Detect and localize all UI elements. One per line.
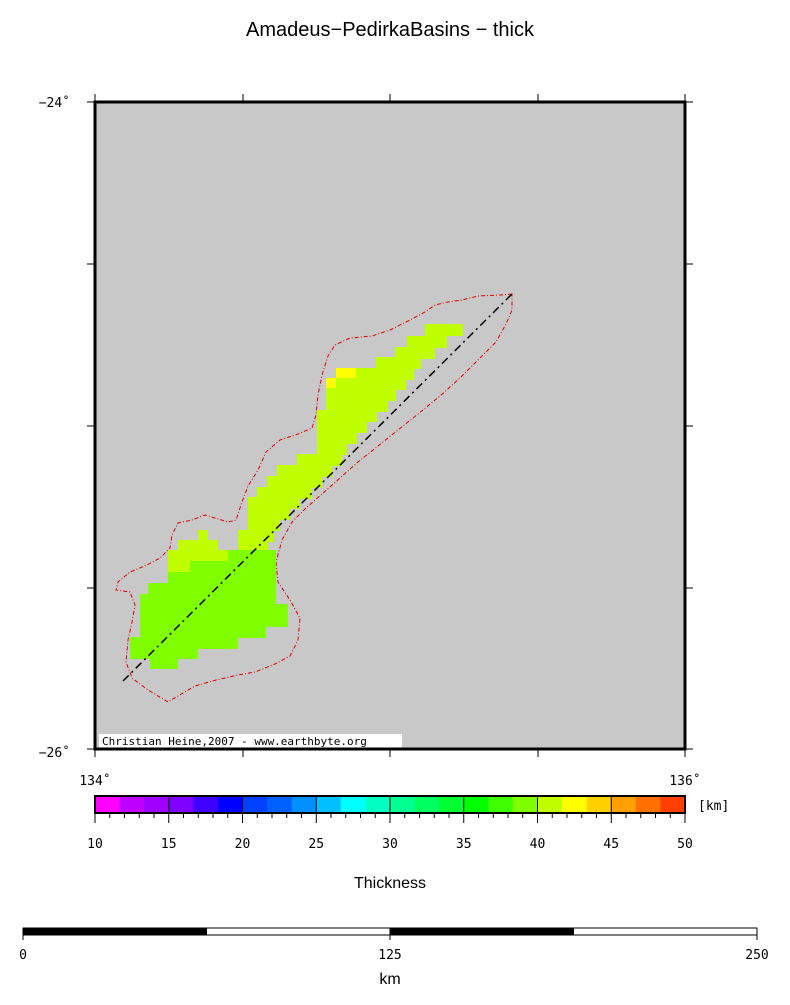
credit-text: Christian Heine,2007 - www.earthbyte.org	[102, 735, 367, 748]
colorbar-swatch	[217, 796, 243, 813]
colorbar-tick-label: 30	[382, 837, 398, 852]
colorbar-swatch	[119, 796, 145, 813]
colorbar-swatch	[193, 796, 219, 813]
colorbar-tick-label: 45	[603, 837, 619, 852]
colorbar-tick-label: 25	[308, 837, 324, 852]
colorbar-swatch	[512, 796, 538, 813]
colorbar-swatch	[463, 796, 489, 813]
scale-label-0: 0	[19, 948, 27, 963]
lat-label-top: −24˚	[39, 95, 70, 111]
colorbar-labels: 10 15 20 25 30 35 40 45 50	[87, 837, 693, 852]
colorbar-swatch	[242, 796, 268, 813]
colorbar-swatch	[390, 796, 416, 813]
colorbar-swatch	[586, 796, 612, 813]
colorbar-swatch	[144, 796, 170, 813]
colorbar-swatch	[562, 796, 588, 813]
colorbar-swatch	[537, 796, 563, 813]
scale-label-125: 125	[378, 948, 401, 963]
colorbar-swatch	[660, 796, 686, 813]
colorbar-swatch	[95, 796, 121, 813]
colorbar-unit: [km]	[698, 799, 729, 814]
colorbar-swatch	[611, 796, 637, 813]
scale-unit: km	[379, 971, 400, 988]
page-title: Amadeus−PedirkaBasins − thick	[246, 19, 535, 41]
colorbar-tick-label: 15	[161, 837, 177, 852]
scale-label-250: 250	[745, 948, 768, 963]
map-figure: Amadeus−PedirkaBasins − thick Christian …	[19, 19, 769, 988]
colorbar-swatch	[414, 796, 440, 813]
colorbar-tick-label: 20	[235, 837, 251, 852]
colorbar-swatch	[316, 796, 342, 813]
colorbar-tick-label: 35	[456, 837, 472, 852]
colorbar-swatch	[365, 796, 391, 813]
colorbar-tick-label: 10	[87, 837, 103, 852]
colorbar-swatch	[635, 796, 661, 813]
colorbar-tick-label: 50	[677, 837, 693, 852]
lon-label-right: 136˚	[669, 773, 700, 789]
lon-label-left: 134˚	[79, 773, 110, 789]
colorbar-swatch	[439, 796, 465, 813]
colorbar-title: Thickness	[354, 875, 426, 892]
colorbar-swatch	[340, 796, 366, 813]
colorbar-tick-label: 40	[530, 837, 546, 852]
colorbar-swatch	[488, 796, 514, 813]
lat-label-bottom: −26˚	[39, 745, 70, 761]
colorbar-swatch	[291, 796, 317, 813]
colorbar-swatch	[267, 796, 293, 813]
colorbar-swatch	[168, 796, 194, 813]
scale-bar	[22, 927, 758, 940]
